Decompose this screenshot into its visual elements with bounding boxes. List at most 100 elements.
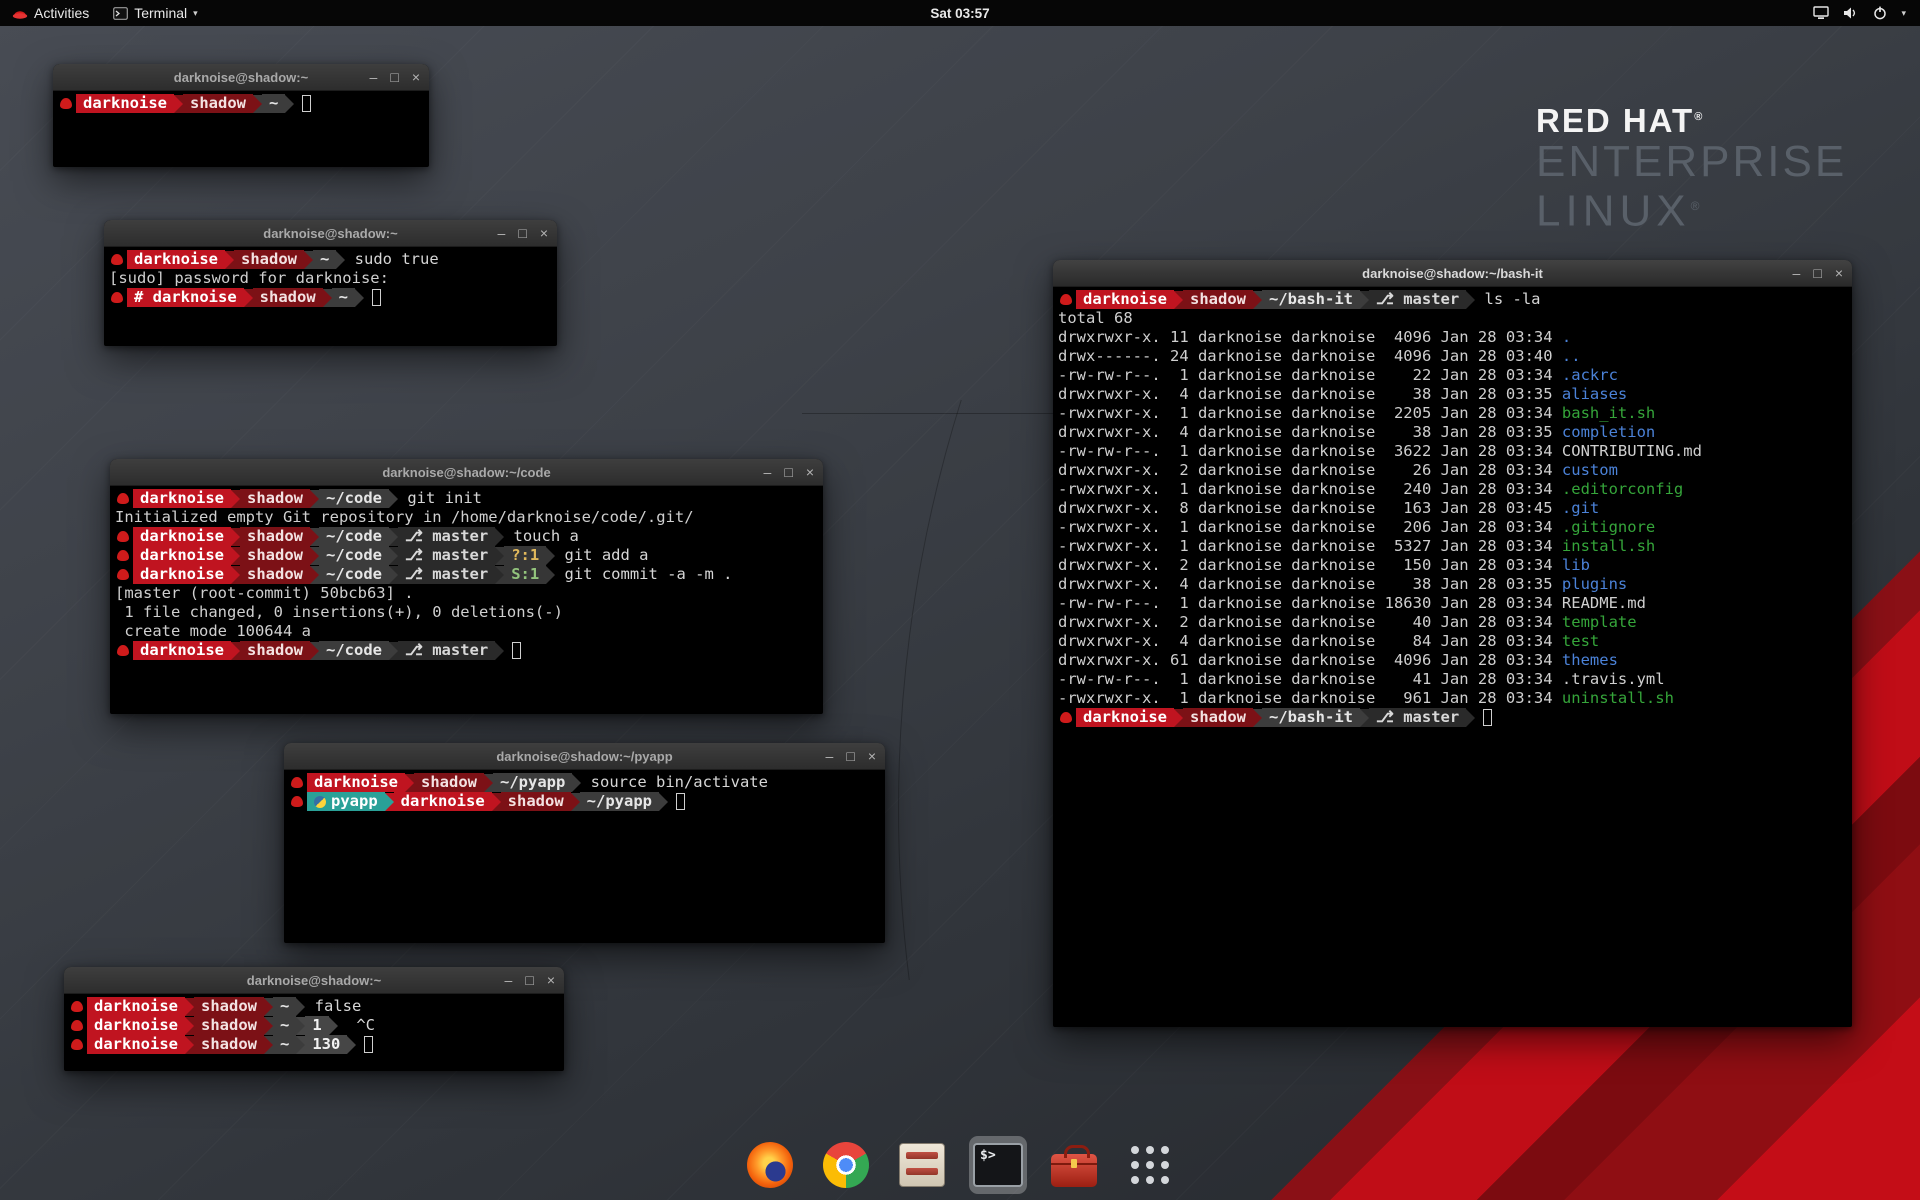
window-titlebar[interactable]: darknoise@shadow:~/pyapp – □ × xyxy=(284,743,885,770)
terminal-content[interactable]: darknoiseshadow~ xyxy=(53,91,429,167)
terminal-window-sudo[interactable]: darknoise@shadow:~ – □ × darknoiseshadow… xyxy=(104,220,557,346)
powerline-separator-icon xyxy=(296,1036,305,1054)
files-icon[interactable] xyxy=(893,1136,951,1194)
minimize-button[interactable]: – xyxy=(505,973,513,987)
maximize-button[interactable]: □ xyxy=(525,973,533,987)
terminal-output-line: -rwxrwxr-x. 1 darknoise darknoise 5327 J… xyxy=(1058,537,1847,556)
window-titlebar[interactable]: darknoise@shadow:~ – □ × xyxy=(53,64,429,91)
close-button[interactable]: × xyxy=(806,465,814,479)
firefox-icon[interactable] xyxy=(741,1136,799,1194)
powerline-separator-icon xyxy=(571,793,580,811)
powerline-separator-icon xyxy=(484,774,493,792)
terminal-output-line: -rw-rw-r--. 1 darknoise darknoise 18630 … xyxy=(1058,594,1847,613)
rhel-logo-enterprise: ENTERPRISE xyxy=(1536,140,1847,184)
toolbox-icon[interactable] xyxy=(1045,1136,1103,1194)
terminal-content[interactable]: darknoiseshadow~ sudo true[sudo] passwor… xyxy=(104,247,557,346)
powerline-separator-icon xyxy=(323,289,332,307)
close-button[interactable]: × xyxy=(412,70,420,84)
powerline-separator-icon xyxy=(1174,709,1183,727)
redhat-prompt-icon xyxy=(1060,294,1072,305)
chrome-icon[interactable] xyxy=(817,1136,875,1194)
minimize-button[interactable]: – xyxy=(370,70,378,84)
app-menu-terminal[interactable]: Terminal ▾ xyxy=(101,0,209,26)
window-title: darknoise@shadow:~ xyxy=(174,70,308,85)
powerline-separator-icon xyxy=(253,95,262,113)
file-name: aliases xyxy=(1562,385,1627,403)
minimize-button[interactable]: – xyxy=(1793,266,1801,280)
terminal-window-home-1[interactable]: darknoise@shadow:~ – □ × darknoiseshadow… xyxy=(53,64,429,167)
clock[interactable]: Sat 03:57 xyxy=(930,6,989,21)
close-button[interactable]: × xyxy=(1835,266,1843,280)
terminal-output-line: [master (root-commit) 50bcb63] . xyxy=(115,584,818,603)
dock: $> xyxy=(741,1136,1179,1194)
powerline-separator-icon xyxy=(495,642,504,660)
prompt-segment-path: ~/bash-it xyxy=(1262,708,1360,727)
terminal-output-line: drwxrwxr-x. 11 darknoise darknoise 4096 … xyxy=(1058,328,1847,347)
window-titlebar[interactable]: darknoise@shadow:~/code – □ × xyxy=(110,459,823,486)
prompt-segment-host: shadow xyxy=(1183,708,1253,727)
maximize-button[interactable]: □ xyxy=(390,70,398,84)
app-grid-icon[interactable] xyxy=(1121,1136,1179,1194)
terminal-content[interactable]: darknoiseshadow~/pyapp source bin/activa… xyxy=(284,770,885,943)
powerline-separator-icon xyxy=(1466,709,1475,727)
window-titlebar[interactable]: darknoise@shadow:~ – □ × xyxy=(64,967,564,994)
file-name: test xyxy=(1562,632,1599,650)
terminal-content[interactable]: darknoiseshadow~ falsedarknoiseshadow~1 … xyxy=(64,994,564,1071)
maximize-button[interactable]: □ xyxy=(784,465,792,479)
minimize-button[interactable]: – xyxy=(498,226,506,240)
activities-button[interactable]: Activities xyxy=(0,0,101,26)
terminal-window-bash-it[interactable]: darknoise@shadow:~/bash-it – □ × darknoi… xyxy=(1053,260,1852,1027)
file-name: .travis.yml xyxy=(1562,670,1665,688)
powerline-separator-icon xyxy=(231,642,240,660)
powerline-separator-icon xyxy=(389,642,398,660)
terminal-icon[interactable]: $> xyxy=(969,1136,1027,1194)
redhat-prompt-icon xyxy=(1060,712,1072,723)
file-name: .. xyxy=(1562,347,1581,365)
terminal-content[interactable]: darknoiseshadow~/bash-it⎇ master ls -lat… xyxy=(1053,287,1852,1027)
maximize-button[interactable]: □ xyxy=(1813,266,1821,280)
window-title: darknoise@shadow:~ xyxy=(247,973,381,988)
prompt-segment-user: # darknoise xyxy=(127,288,244,307)
rhel-logo: RED HAT® ENTERPRISE LINUX® xyxy=(1536,102,1847,234)
redhat-prompt-icon xyxy=(111,292,123,303)
powerline-separator-icon xyxy=(264,998,273,1016)
terminal-output-line: drwxrwxr-x. 2 darknoise darknoise 40 Jan… xyxy=(1058,613,1847,632)
minimize-button[interactable]: – xyxy=(826,749,834,763)
powerline-separator-icon xyxy=(310,528,319,546)
powerline-separator-icon xyxy=(329,1017,338,1035)
close-button[interactable]: × xyxy=(540,226,548,240)
prompt-segment-path: ~/code xyxy=(319,489,389,508)
terminal-output-line: drwxrwxr-x. 4 darknoise darknoise 38 Jan… xyxy=(1058,385,1847,404)
maximize-button[interactable]: □ xyxy=(846,749,854,763)
terminal-window-exit-codes[interactable]: darknoise@shadow:~ – □ × darknoiseshadow… xyxy=(64,967,564,1071)
terminal-output-line: drwxrwxr-x. 2 darknoise darknoise 26 Jan… xyxy=(1058,461,1847,480)
window-title: darknoise@shadow:~ xyxy=(263,226,397,241)
top-bar: Activities Terminal ▾ Sat 03:57 ▾ xyxy=(0,0,1920,26)
terminal-prompt-line: darknoiseshadow~/pyapp source bin/activa… xyxy=(289,773,880,792)
terminal-window-pyapp[interactable]: darknoise@shadow:~/pyapp – □ × darknoise… xyxy=(284,743,885,943)
terminal-prompt-line: # darknoiseshadow~ xyxy=(109,288,552,307)
prompt-segment-git: ⎇ master xyxy=(398,565,495,584)
maximize-button[interactable]: □ xyxy=(518,226,526,240)
volume-icon xyxy=(1843,6,1859,20)
file-name: lib xyxy=(1562,556,1590,574)
prompt-segment-user: darknoise xyxy=(1076,290,1174,309)
system-menu[interactable]: ▾ xyxy=(1805,0,1914,26)
powerline-separator-icon xyxy=(405,774,414,792)
minimize-button[interactable]: – xyxy=(764,465,772,479)
prompt-segment-path: ~ xyxy=(273,1035,296,1054)
close-button[interactable]: × xyxy=(547,973,555,987)
terminal-content[interactable]: darknoiseshadow~/code git initInitialize… xyxy=(110,486,823,714)
powerline-separator-icon xyxy=(264,1017,273,1035)
window-titlebar[interactable]: darknoise@shadow:~/bash-it – □ × xyxy=(1053,260,1852,287)
prompt-segment-host: shadow xyxy=(183,94,253,113)
power-icon xyxy=(1873,6,1887,20)
terminal-window-code[interactable]: darknoise@shadow:~/code – □ × darknoises… xyxy=(110,459,823,714)
activities-label: Activities xyxy=(34,5,89,21)
window-titlebar[interactable]: darknoise@shadow:~ – □ × xyxy=(104,220,557,247)
terminal-cursor xyxy=(364,1036,373,1053)
file-name: . xyxy=(1562,328,1571,346)
powerline-separator-icon xyxy=(385,793,394,811)
close-button[interactable]: × xyxy=(868,749,876,763)
file-name: CONTRIBUTING.md xyxy=(1562,442,1702,460)
